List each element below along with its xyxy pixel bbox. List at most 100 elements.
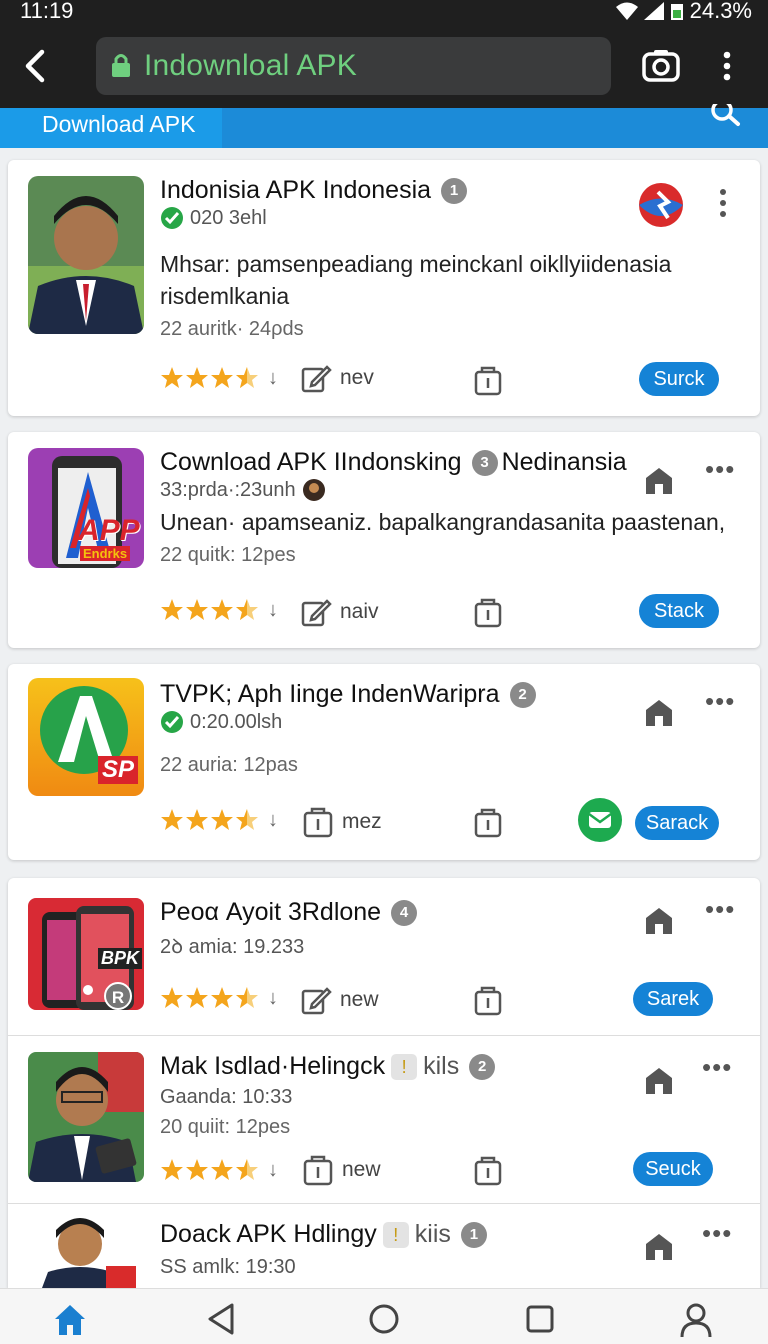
overflow-menu-icon[interactable]	[718, 50, 736, 82]
status-bar: 11:19 24.3%	[0, 0, 768, 24]
count-badge: 1	[441, 177, 468, 204]
edit-action[interactable]: nev	[300, 362, 374, 394]
star-icon	[161, 1159, 183, 1180]
profile-icon[interactable]	[678, 1301, 714, 1337]
rating-stars: ↓	[160, 598, 278, 622]
bookmark-action[interactable]: new	[302, 1154, 381, 1186]
list-item[interactable]: BPK R Peoα Ayoit 3Rdlone 4 ••• 2ꝺ amia: …	[8, 878, 760, 1036]
app-stats: 22 auritk· 24ρds	[160, 318, 304, 340]
app-description: Mhsar: pamsenpeadiang meinckanl oikllyii…	[160, 251, 672, 309]
more-options-icon[interactable]	[719, 188, 727, 218]
app-thumbnail: APP Endrks	[28, 448, 144, 568]
half-star-icon	[236, 1159, 258, 1180]
bookmark-action[interactable]: mez	[302, 806, 382, 838]
more-options-icon[interactable]: •••	[702, 1218, 732, 1249]
list-item[interactable]: Mak Isdlad·Helingck ! kils 2 ••• Gaanda:…	[8, 1036, 760, 1204]
address-bar[interactable]: Indownloal APK	[96, 37, 611, 95]
half-star-icon	[236, 367, 258, 388]
count-badge: 2	[509, 681, 536, 708]
app-thumbnail	[28, 1052, 144, 1182]
url-text: Indownloal APK	[144, 49, 357, 82]
more-options-icon[interactable]: •••	[705, 686, 735, 717]
back-arrow-icon[interactable]	[18, 46, 52, 86]
status-time: 11:19	[20, 0, 74, 23]
app-stats: 22 quitk: 12pes	[160, 544, 296, 566]
home-shape-icon[interactable]	[644, 1232, 674, 1260]
rating-stars: ↓	[160, 986, 278, 1010]
count-badge: 2	[469, 1053, 496, 1080]
home-shape-icon[interactable]	[644, 906, 674, 934]
app-list-group: BPK R Peoα Ayoit 3Rdlone 4 ••• 2ꝺ amia: …	[8, 878, 760, 1288]
app-card[interactable]: Indonisia APK Indonesia 1 020 3ehl Mhsar…	[8, 160, 760, 416]
star-icon	[161, 987, 183, 1008]
app-title: Peoα Ayoit 3Rdlone 4	[160, 898, 418, 927]
tab-bar: Download APK	[0, 104, 768, 148]
app-meta: 33:prda·:23unh	[160, 478, 326, 502]
signal-icon	[643, 2, 664, 20]
bookmark-icon[interactable]	[472, 364, 504, 398]
avatar-icon	[302, 479, 325, 501]
edit-action[interactable]: new	[300, 984, 379, 1016]
edit-action[interactable]: naiv	[300, 596, 379, 628]
message-icon[interactable]	[578, 798, 622, 842]
thumb-app-text: SP	[98, 756, 139, 784]
arrow-down-icon: ↓	[268, 598, 278, 621]
verified-icon	[161, 711, 183, 733]
bookmark-icon[interactable]	[472, 984, 504, 1018]
list-item[interactable]: Doack APK Hdlingy ! kiis 1 ••• SS amlk: …	[8, 1204, 760, 1288]
half-star-icon	[236, 987, 258, 1008]
more-options-icon[interactable]: •••	[705, 894, 735, 925]
app-description: Unean· apamseaniz. bapalkangrandasanita …	[160, 509, 726, 535]
app-title: Cownload APK IIndonsking 3 Nedinansia	[160, 448, 627, 476]
count-badge: 3	[471, 449, 498, 476]
edit-icon	[301, 365, 332, 393]
home-shape-icon[interactable]	[644, 698, 674, 726]
card-action-button[interactable]: Surck	[639, 362, 719, 396]
app-meta: 020 3ehl	[160, 206, 267, 230]
more-options-icon[interactable]: •••	[702, 1052, 732, 1083]
app-card[interactable]: APP Endrks Cownload APK IIndonsking 3 Ne…	[8, 432, 760, 648]
card-action-button[interactable]: Seuck	[633, 1152, 713, 1186]
nav-back-icon[interactable]	[204, 1301, 240, 1337]
star-icon	[211, 599, 233, 620]
home-icon[interactable]	[52, 1301, 88, 1337]
bookmark-icon[interactable]	[472, 806, 504, 840]
rating-stars: ↓	[160, 808, 278, 832]
app-card[interactable]: SP TVPK; Aph Iinge IndenWaripra 2 ••• 0:…	[8, 664, 760, 860]
app-meta: SS amlk: 19:30	[160, 1256, 296, 1278]
arrow-down-icon: ↓	[268, 986, 278, 1009]
key-icon: !	[382, 1221, 409, 1248]
more-options-icon[interactable]: •••	[705, 454, 735, 485]
card-action-button[interactable]: Stack	[639, 594, 719, 628]
key-icon: !	[391, 1053, 418, 1080]
thumb-app-text: APP	[78, 514, 140, 547]
camera-icon[interactable]	[640, 46, 682, 86]
home-shape-icon[interactable]	[644, 466, 674, 494]
app-title: TVPK; Aph Iinge IndenWaripra 2	[160, 680, 536, 709]
nav-recents-icon[interactable]	[522, 1301, 558, 1337]
tab-download-apk[interactable]: Download APK	[0, 108, 222, 148]
arrow-down-icon: ↓	[268, 808, 278, 831]
card-action-button[interactable]: Sarek	[633, 982, 713, 1016]
app-title: Doack APK Hdlingy ! kiis 1	[160, 1220, 487, 1249]
star-icon	[186, 809, 208, 830]
star-icon	[186, 367, 208, 388]
bookmark-icon[interactable]	[472, 596, 504, 630]
nav-home-circle-icon[interactable]	[366, 1301, 402, 1337]
thumb-badge: R	[104, 982, 132, 1010]
star-icon	[161, 599, 183, 620]
bookmark-icon[interactable]	[472, 1154, 504, 1188]
rating-stars: ↓	[160, 366, 278, 390]
app-thumbnail	[28, 1216, 144, 1288]
star-icon	[186, 1159, 208, 1180]
browser-top-bar: 11:19 24.3% Indownloal APK	[0, 0, 768, 108]
star-icon	[161, 809, 183, 830]
home-shape-icon[interactable]	[644, 1066, 674, 1094]
star-icon	[186, 987, 208, 1008]
app-title: Indonisia APK Indonesia 1	[160, 176, 468, 205]
half-star-icon	[236, 809, 258, 830]
card-action-button[interactable]: Sarack	[635, 806, 719, 840]
bookmark-icon	[303, 1155, 333, 1186]
app-stats: 20 quiit: 12pes	[160, 1116, 291, 1138]
search-icon[interactable]	[710, 104, 742, 128]
